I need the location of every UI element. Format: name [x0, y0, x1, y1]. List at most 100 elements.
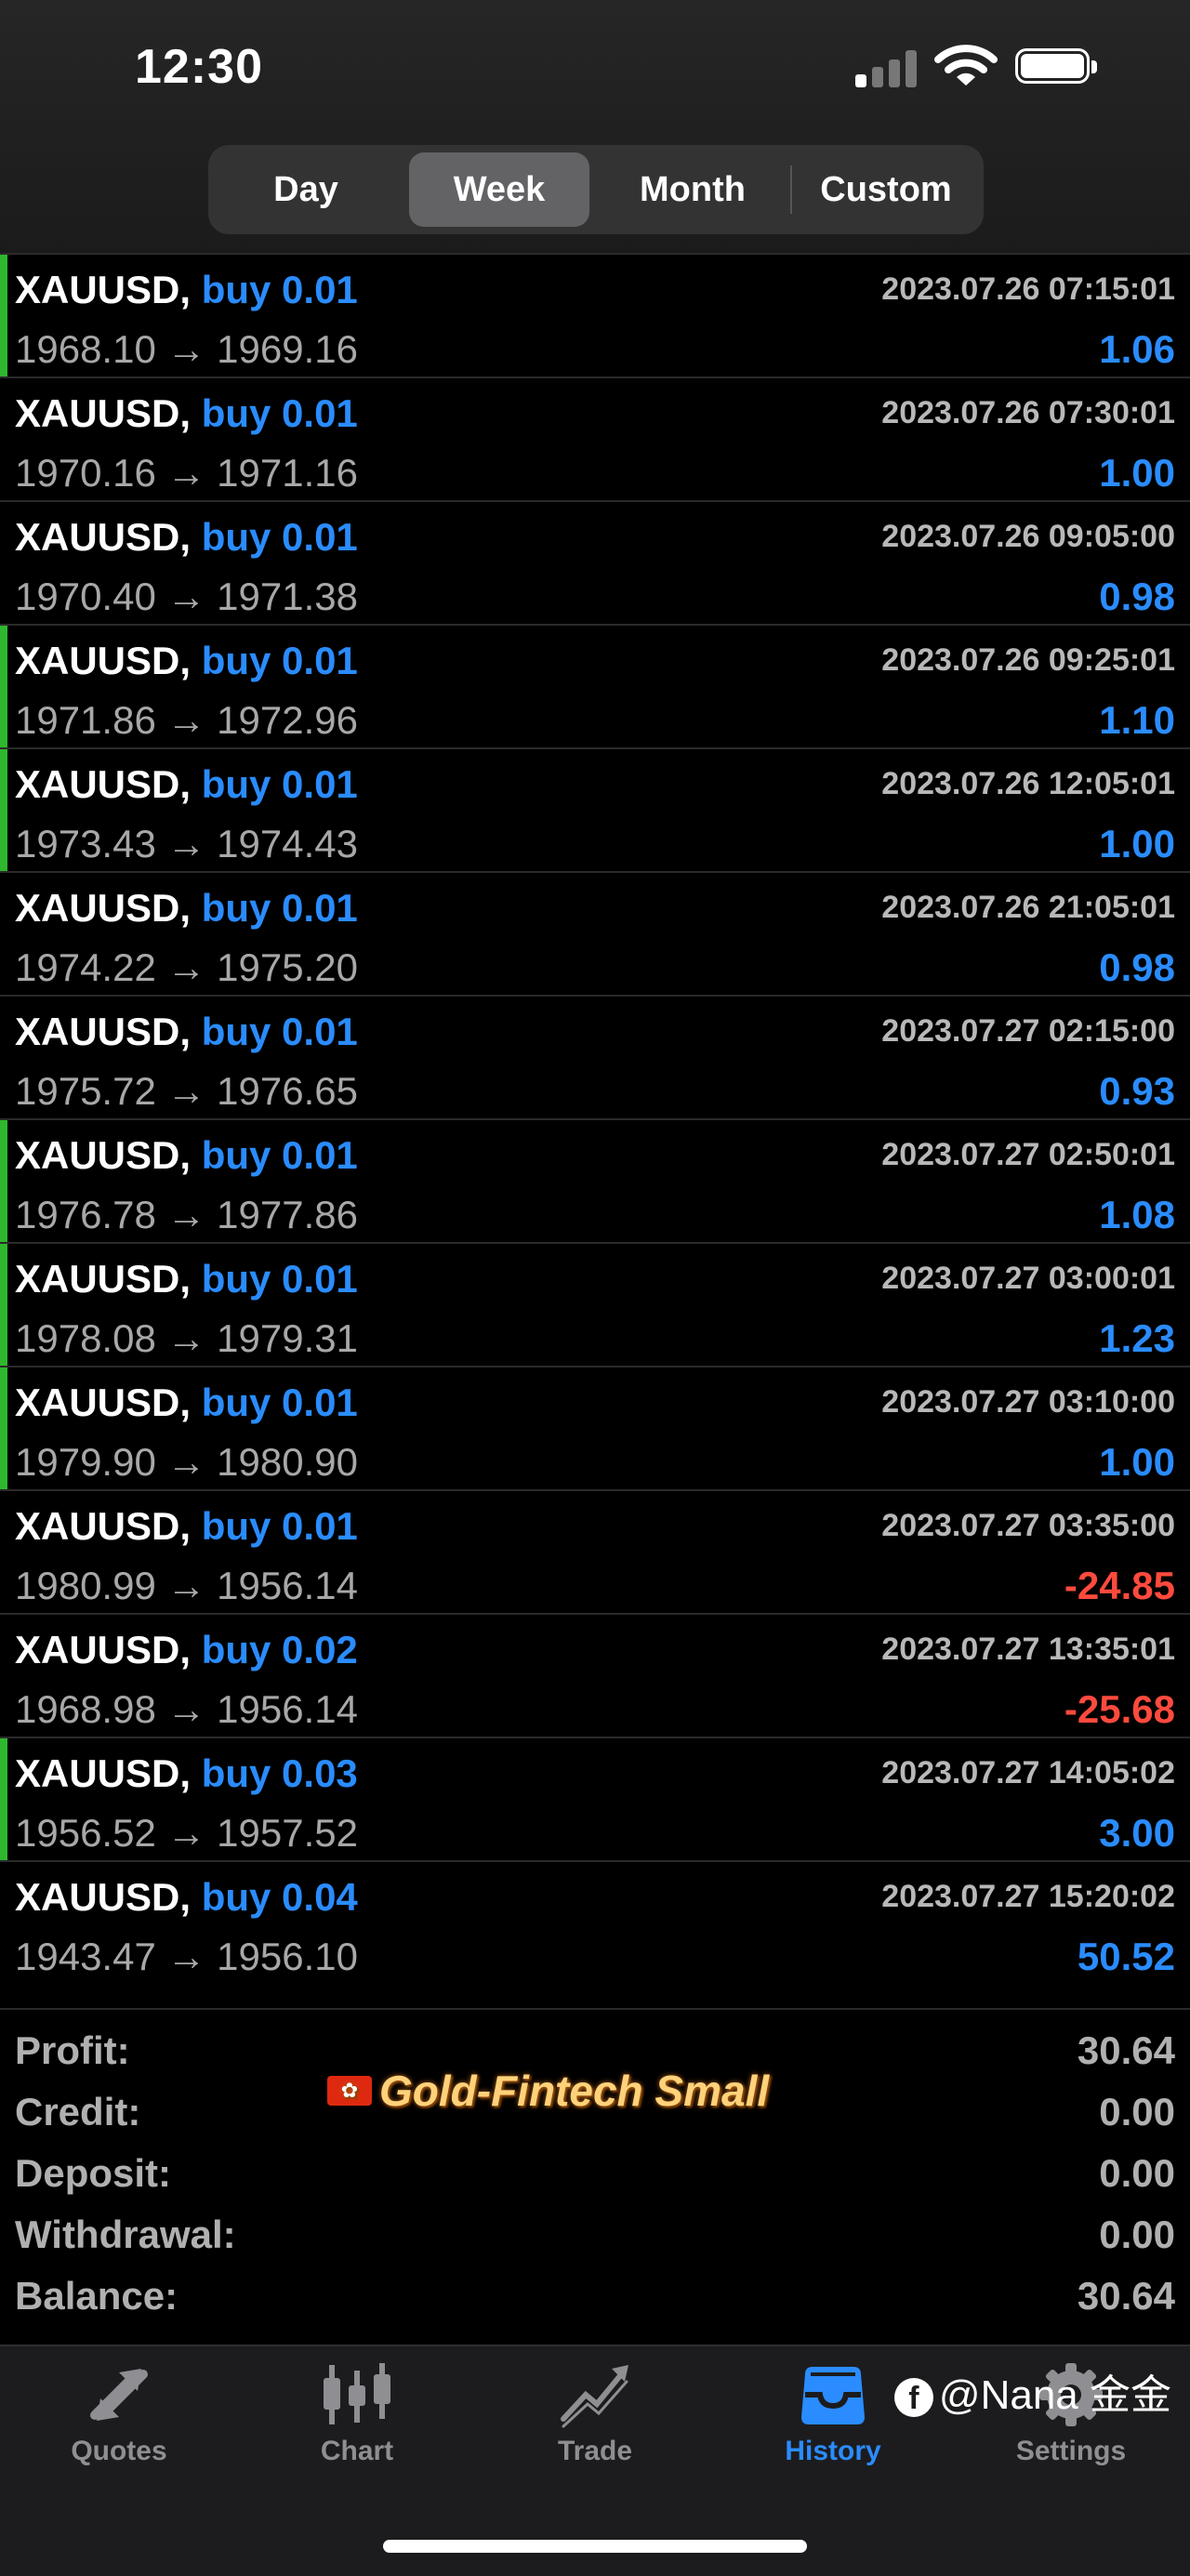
chart-icon	[324, 2363, 390, 2424]
summary-label: Withdrawal:	[15, 2213, 236, 2256]
trade-side: buy 0.01	[201, 268, 358, 311]
summary-deposit-row: Deposit: 0.00	[0, 2133, 1190, 2195]
summary-balance-row: Balance: 30.64	[0, 2255, 1190, 2318]
symbol-name: XAUUSD,	[15, 1010, 192, 1053]
tab-trade[interactable]: Trade	[476, 2361, 714, 2467]
segment-divider	[790, 165, 792, 214]
trade-marker	[0, 1367, 7, 1489]
trade-side: buy 0.01	[201, 1133, 358, 1177]
trade-side: buy 0.01	[201, 886, 358, 930]
trade-row[interactable]: XAUUSD, buy 0.02 2023.07.27 13:35:01 1968.…	[0, 1613, 1190, 1737]
trade-profit: 0.98	[1099, 575, 1175, 618]
trade-side: buy 0.03	[201, 1751, 358, 1795]
tab-label: Quotes	[71, 2436, 167, 2466]
trade-marker	[0, 1738, 7, 1860]
trade-row[interactable]: XAUUSD, buy 0.01 2023.07.27 02:50:01 1976.…	[0, 1118, 1190, 1242]
trade-symbol: XAUUSD, buy 0.01	[15, 1133, 358, 1178]
trade-symbol: XAUUSD, buy 0.01	[15, 1257, 358, 1301]
tab-chart[interactable]: Chart	[238, 2361, 476, 2467]
trade-side: buy 0.01	[201, 391, 358, 435]
trade-side: buy 0.01	[201, 1257, 358, 1301]
trade-row[interactable]: XAUUSD, buy 0.01 2023.07.27 03:10:00 1979.…	[0, 1366, 1190, 1489]
home-indicator[interactable]	[383, 2540, 807, 2553]
symbol-name: XAUUSD,	[15, 639, 192, 682]
symbol-name: XAUUSD,	[15, 1875, 192, 1919]
trade-history-list: XAUUSD, buy 0.01 2023.07.26 07:15:01 1968.…	[0, 253, 1190, 1984]
trade-prices: 1971.86 → 1972.96	[15, 698, 358, 742]
tab-quotes[interactable]: Quotes	[0, 2361, 238, 2467]
trade-prices: 1973.43 → 1974.43	[15, 822, 358, 865]
trade-prices: 1970.40 → 1971.38	[15, 575, 358, 618]
symbol-name: XAUUSD,	[15, 1380, 192, 1424]
tab-label: History	[785, 2436, 881, 2466]
history-icon	[801, 2367, 865, 2424]
trade-row[interactable]: XAUUSD, buy 0.01 2023.07.27 03:00:01 1978.…	[0, 1242, 1190, 1366]
trade-profit: -25.68	[1064, 1687, 1175, 1731]
trade-row[interactable]: XAUUSD, buy 0.01 2023.07.26 21:05:01 1974.…	[0, 871, 1190, 995]
trade-symbol: XAUUSD, buy 0.04	[15, 1875, 358, 1920]
trade-row[interactable]: XAUUSD, buy 0.04 2023.07.27 15:20:02 1943.…	[0, 1860, 1190, 1984]
tab-week[interactable]: Week	[409, 152, 589, 227]
trade-symbol: XAUUSD, buy 0.01	[15, 1504, 358, 1549]
trade-symbol: XAUUSD, buy 0.01	[15, 268, 358, 312]
trade-symbol: XAUUSD, buy 0.01	[15, 886, 358, 931]
trade-row[interactable]: XAUUSD, buy 0.03 2023.07.27 14:05:02 1956.…	[0, 1737, 1190, 1860]
trade-side: buy 0.01	[201, 515, 358, 559]
trade-symbol: XAUUSD, buy 0.01	[15, 515, 358, 560]
period-segmented-control: Day Week Month Custom	[208, 145, 984, 234]
tab-label: Trade	[557, 2436, 633, 2466]
trade-prices: 1978.08 → 1979.31	[15, 1316, 358, 1360]
summary-label: Profit:	[15, 2028, 130, 2072]
trade-side: buy 0.01	[201, 639, 358, 682]
trade-marker	[0, 1120, 7, 1242]
trade-prices: 1979.90 → 1980.90	[15, 1440, 358, 1484]
trade-time: 2023.07.26 09:05:00	[881, 519, 1175, 554]
trade-time: 2023.07.27 13:35:01	[881, 1631, 1175, 1667]
summary-label: Credit:	[15, 2090, 141, 2133]
trade-time: 2023.07.26 12:05:01	[881, 766, 1175, 801]
trade-profit: 1.23	[1099, 1316, 1175, 1360]
battery-icon	[1015, 48, 1097, 87]
trade-row[interactable]: XAUUSD, buy 0.01 2023.07.26 12:05:01 1973.…	[0, 747, 1190, 871]
trade-time: 2023.07.26 07:15:01	[881, 271, 1175, 307]
trade-row[interactable]: XAUUSD, buy 0.01 2023.07.27 03:35:00 1980.…	[0, 1489, 1190, 1613]
trade-profit: 0.98	[1099, 945, 1175, 989]
cellular-signal-icon	[855, 50, 920, 87]
summary-value: 0.00	[1099, 2151, 1175, 2195]
trade-prices: 1956.52 → 1957.52	[15, 1811, 358, 1855]
trade-profit: 3.00	[1099, 1811, 1175, 1855]
trade-row[interactable]: XAUUSD, buy 0.01 2023.07.26 07:30:01 1970.…	[0, 376, 1190, 500]
trade-marker	[0, 255, 7, 376]
trade-symbol: XAUUSD, buy 0.01	[15, 391, 358, 436]
trade-row[interactable]: XAUUSD, buy 0.01 2023.07.26 09:25:01 1971.…	[0, 624, 1190, 747]
tab-custom[interactable]: Custom	[796, 152, 976, 227]
symbol-name: XAUUSD,	[15, 391, 192, 435]
wifi-icon	[934, 45, 998, 86]
symbol-name: XAUUSD,	[15, 1133, 192, 1177]
trade-time: 2023.07.27 02:15:00	[881, 1013, 1175, 1049]
trade-prices: 1980.99 → 1956.14	[15, 1564, 358, 1607]
symbol-name: XAUUSD,	[15, 1257, 192, 1301]
trade-marker	[0, 626, 7, 747]
summary-value: 0.00	[1099, 2090, 1175, 2133]
hong-kong-flag-icon: ✿	[327, 2075, 372, 2106]
trade-prices: 1943.47 → 1956.10	[15, 1935, 358, 1978]
trade-profit: 1.08	[1099, 1193, 1175, 1236]
trade-time: 2023.07.27 14:05:02	[881, 1755, 1175, 1790]
trade-row[interactable]: XAUUSD, buy 0.01 2023.07.26 07:15:01 1968.…	[0, 253, 1190, 376]
trade-prices: 1974.22 → 1975.20	[15, 945, 358, 989]
symbol-name: XAUUSD,	[15, 1628, 192, 1671]
tab-label: Chart	[320, 2436, 394, 2466]
trade-profit: -24.85	[1064, 1564, 1175, 1607]
trade-profit: 1.06	[1099, 327, 1175, 371]
trade-symbol: XAUUSD, buy 0.03	[15, 1751, 358, 1796]
account-summary: Profit: 30.64 Credit: 0.00 Deposit: 0.00…	[0, 2008, 1190, 2318]
trade-row[interactable]: XAUUSD, buy 0.01 2023.07.27 02:15:00 1975.…	[0, 995, 1190, 1118]
trade-symbol: XAUUSD, buy 0.02	[15, 1628, 358, 1672]
tab-day[interactable]: Day	[216, 152, 396, 227]
trade-row[interactable]: XAUUSD, buy 0.01 2023.07.26 09:05:00 1970.…	[0, 500, 1190, 624]
tab-month[interactable]: Month	[602, 152, 783, 227]
trade-symbol: XAUUSD, buy 0.01	[15, 762, 358, 807]
social-logo-icon: f	[893, 2378, 933, 2418]
watermark-text: Gold-Fintech Small	[379, 2067, 770, 2115]
